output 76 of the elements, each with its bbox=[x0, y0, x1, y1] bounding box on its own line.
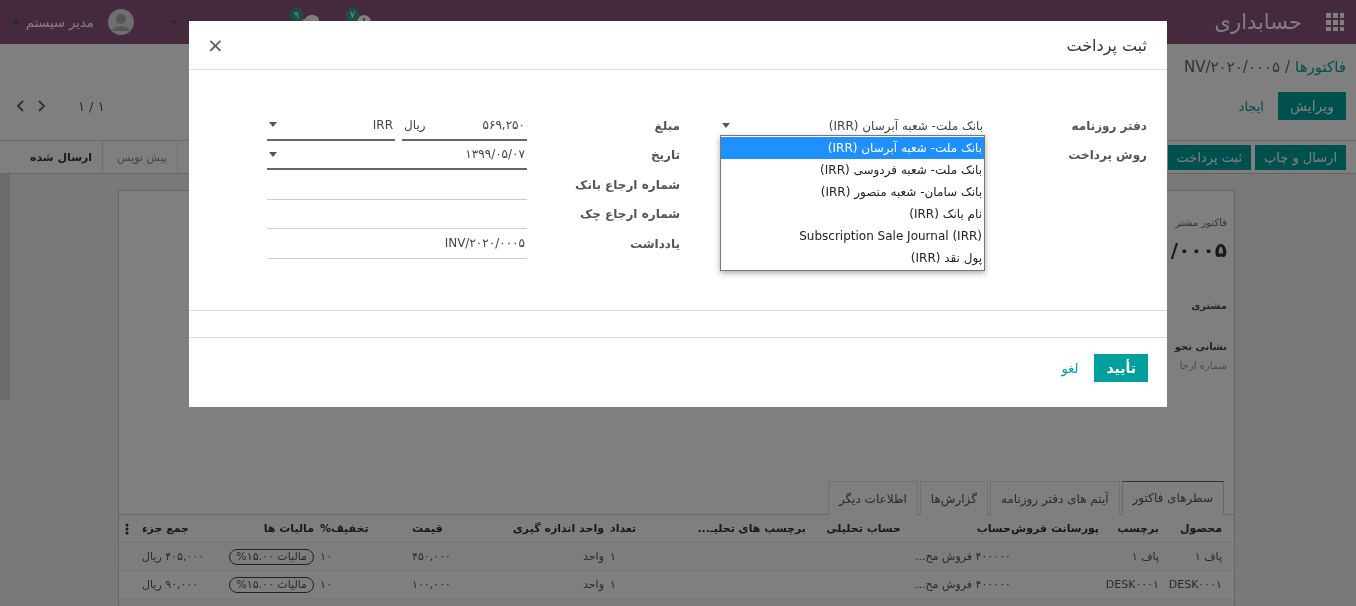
table-cell: ۴۰۵,۰۰۰ ریال bbox=[142, 550, 205, 563]
table-cell: پاف ۱ bbox=[1194, 550, 1222, 563]
column-header[interactable]: تعداد bbox=[607, 522, 696, 535]
table-cell: ۱ bbox=[610, 550, 616, 563]
column-header[interactable]: واحد اندازه گیری bbox=[504, 522, 607, 535]
activity-count: ۷ bbox=[345, 8, 360, 22]
caret-icon[interactable] bbox=[722, 123, 730, 129]
header-button[interactable]: ثبت پرداخت bbox=[1167, 144, 1252, 170]
table-cell: ۱۰ bbox=[320, 550, 332, 563]
column-header[interactable]: قیمت bbox=[409, 522, 504, 535]
dropdown-option[interactable]: Subscription Sale Journal (IRR) bbox=[721, 225, 984, 247]
pager-value: ۱ / ۱ bbox=[78, 98, 105, 114]
table-cell: پاف ۱ bbox=[1131, 550, 1159, 563]
column-header[interactable]: مالیات ها bbox=[224, 522, 317, 535]
table-cell: DESK۰۰۰۱ bbox=[1105, 578, 1159, 591]
breadcrumb-link[interactable]: فاکتورها bbox=[1295, 58, 1346, 76]
scrollbar[interactable] bbox=[0, 174, 10, 400]
table-cell: ۱۰۰,۰۰۰ bbox=[412, 578, 451, 591]
confirm-button[interactable]: تأیید bbox=[1094, 354, 1148, 382]
field-label: مبلغ bbox=[653, 118, 680, 133]
field-label: دفتر روزنامه bbox=[1070, 118, 1147, 133]
table-cell: ۹۰,۰۰۰ ریال bbox=[142, 578, 199, 591]
edit-button[interactable]: ویرایش bbox=[1277, 92, 1346, 120]
table-cell: ۴۰۰۰۰۰ فروش مح... bbox=[915, 578, 1011, 591]
previous-icon[interactable] bbox=[16, 100, 24, 112]
dropdown-option[interactable]: بانک سامان- شعبه منصور (IRR) bbox=[721, 181, 984, 203]
column-header[interactable]: جمع جزء bbox=[139, 522, 224, 535]
table-cell: واحد bbox=[583, 578, 604, 591]
table-cell: DESK۰۰۰۱ bbox=[1168, 578, 1222, 591]
tab[interactable]: گزارش‌ها bbox=[919, 481, 988, 515]
dialog-title: ثبت پرداخت bbox=[1066, 35, 1147, 55]
document-type: فاکتور مشتر bbox=[1175, 217, 1227, 228]
column-header[interactable]: حساب تحلیلی bbox=[809, 522, 904, 535]
currency-select[interactable]: IRR bbox=[267, 111, 395, 141]
field-label: تاریخ bbox=[649, 148, 680, 163]
apps-menu-icon[interactable] bbox=[1326, 13, 1344, 31]
table-cell: ۱ bbox=[610, 578, 616, 591]
date-field[interactable]: ۱۳۹۹/۰۵/۰۷ bbox=[267, 140, 527, 170]
dropdown-option[interactable]: نام بانک (IRR) bbox=[721, 203, 984, 225]
field-label: شماره ارجاع بانک bbox=[574, 177, 680, 192]
caret-icon[interactable] bbox=[269, 151, 277, 157]
table-cell: واحد bbox=[583, 550, 604, 563]
dropdown-option[interactable]: پول نقد (IRR) bbox=[721, 247, 984, 269]
column-header[interactable]: محصول bbox=[1162, 522, 1225, 535]
amount-field[interactable]: ۵۶۹,۲۵۰ ریال bbox=[402, 111, 527, 141]
breadcrumb-current: NV/۲۰۲۰/۰۰۰۵ bbox=[1184, 58, 1281, 76]
field-label: روش پرداخت bbox=[1067, 148, 1147, 163]
avatar-icon[interactable] bbox=[107, 9, 134, 35]
user-menu[interactable]: مدیر سیستم bbox=[12, 14, 94, 30]
close-button[interactable]: × bbox=[203, 33, 228, 57]
kebab-icon[interactable] bbox=[125, 522, 129, 535]
table-cell: ۴۵۰,۰۰۰ bbox=[412, 550, 451, 563]
caret-icon[interactable] bbox=[269, 122, 277, 128]
tab[interactable]: اطلاعات دیگر bbox=[827, 481, 918, 515]
message-count: ۹ bbox=[289, 8, 304, 22]
cancel-button[interactable]: لغو bbox=[1053, 354, 1087, 382]
header-button[interactable]: ارسال و چاپ bbox=[1255, 144, 1346, 170]
column-header[interactable]: تخفیف% bbox=[317, 522, 409, 535]
breadcrumb-separator: / bbox=[1285, 58, 1291, 76]
field-label: نشانی تحو bbox=[1174, 341, 1227, 352]
column-header[interactable]: برچسب bbox=[1102, 522, 1162, 535]
document-number: /۰۰۰۵ bbox=[1170, 238, 1227, 262]
table-cell: ۴۰۰۰۰۰ فروش مح... bbox=[915, 550, 1011, 563]
next-icon[interactable] bbox=[38, 100, 46, 112]
column-header[interactable]: برچسب های تحلیـ... bbox=[696, 522, 809, 535]
dropdown-option[interactable]: بانک ملت- شعبه آبرسان (IRR) bbox=[721, 137, 984, 159]
table-cell: ۱۰ bbox=[320, 578, 332, 591]
field-label: یادداشت bbox=[629, 236, 680, 251]
create-button[interactable]: ایجاد bbox=[1230, 92, 1272, 120]
field-label: شماره ارجاع چک bbox=[579, 207, 680, 222]
tab[interactable]: آیتم های دفتر روزنامه bbox=[989, 481, 1120, 515]
memo-field[interactable]: INV/۲۰۲۰/۰۰۰۵ bbox=[267, 229, 527, 259]
field-label: مشتری bbox=[1191, 300, 1227, 311]
dropdown-option[interactable]: بانک ملت- شعبه فردوسی (IRR) bbox=[721, 159, 984, 181]
app-title: حسابداری bbox=[1214, 10, 1302, 34]
tab[interactable]: سطرهای فاکتور bbox=[1121, 481, 1224, 515]
